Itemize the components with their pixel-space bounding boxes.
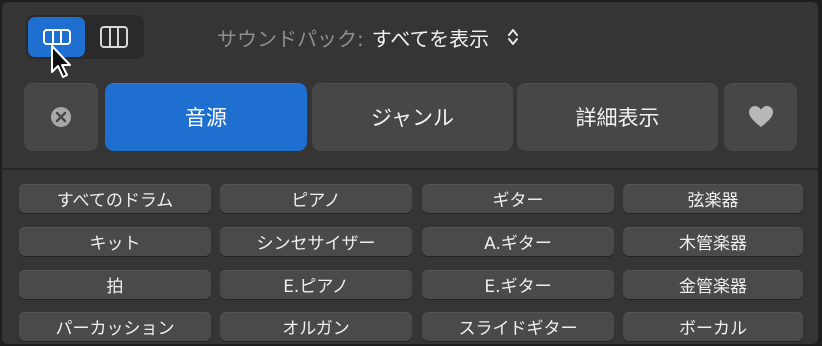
updown-chevron-icon (507, 27, 519, 47)
category-button[interactable]: キット (19, 227, 211, 256)
category-button[interactable]: シンセサイザー (220, 227, 412, 256)
category-grid: すべてのドラム ピアノ ギター 弦楽器 キット シンセサイザー A.ギター 木管… (19, 184, 804, 341)
sound-pack-label: サウンドパック: (217, 26, 364, 51)
columns-view-button[interactable] (85, 17, 142, 57)
category-button[interactable]: 木管楽器 (623, 227, 803, 256)
view-switcher (26, 15, 144, 59)
x-circle-icon (51, 107, 71, 127)
category-button[interactable]: 金管楽器 (623, 270, 803, 299)
tab-instrument[interactable]: 音源 (105, 83, 307, 151)
heart-icon (748, 106, 773, 127)
mouse-pointer-icon (51, 45, 71, 78)
tab-details[interactable]: 詳細表示 (517, 83, 718, 151)
sound-pack-value: すべてを表示 (371, 26, 490, 51)
category-button[interactable]: E.ギター (422, 270, 614, 299)
columns-icon (99, 26, 128, 48)
clear-button[interactable] (24, 83, 98, 151)
sound-pack-selector[interactable]: サウンドパック: すべてを表示 (217, 19, 519, 55)
divider (2, 168, 818, 170)
category-button[interactable]: オルガン (220, 312, 412, 341)
category-button[interactable]: 拍 (19, 270, 211, 299)
category-button[interactable]: 弦楽器 (623, 184, 803, 213)
rows-icon (42, 29, 71, 45)
tab-genre[interactable]: ジャンル (312, 83, 513, 151)
category-button[interactable]: すべてのドラム (19, 184, 211, 213)
category-button[interactable]: A.ギター (422, 227, 614, 256)
category-button[interactable]: スライドギター (422, 312, 614, 341)
category-button[interactable]: ギター (422, 184, 614, 213)
category-button[interactable]: ボーカル (623, 312, 803, 341)
category-button[interactable]: ピアノ (220, 184, 412, 213)
category-button[interactable]: パーカッション (19, 312, 211, 341)
category-button[interactable]: E.ピアノ (220, 270, 412, 299)
sound-browser-panel: サウンドパック: すべてを表示 音源 ジャンル 詳細表示 すべてのドラム ピアノ… (2, 2, 818, 344)
favorites-button[interactable] (724, 83, 797, 151)
